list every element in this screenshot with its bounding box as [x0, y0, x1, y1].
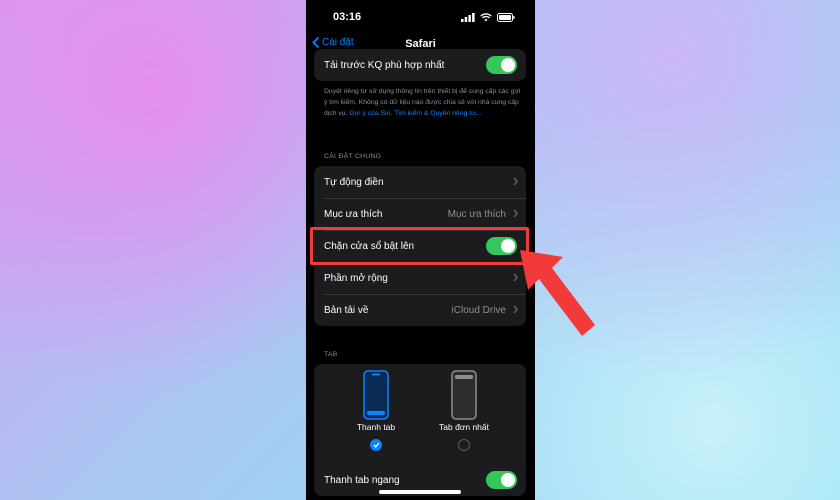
autofill-row[interactable]: Tự động điền [314, 166, 526, 198]
landscape-tab-label: Thanh tab ngang [324, 474, 400, 486]
wifi-icon [480, 13, 492, 22]
status-time: 03:16 [333, 11, 362, 23]
single-tab-label: Tab đơn nhất [439, 422, 489, 432]
autofill-label: Tự động điền [324, 176, 384, 188]
highlight-box [310, 227, 529, 265]
tab-bar-radio[interactable] [370, 439, 382, 451]
home-indicator [379, 490, 461, 494]
signal-icon [461, 13, 475, 22]
preload-toggle[interactable] [486, 56, 517, 74]
status-bar: 03:16 [306, 8, 535, 26]
extensions-label: Phần mở rộng [324, 272, 388, 284]
downloads-label: Bản tải về [324, 304, 369, 316]
preload-group: Tải trước KQ phù hợp nhất [314, 49, 526, 81]
favorites-row[interactable]: Mục ưa thích Mục ưa thích [314, 198, 526, 230]
siri-privacy-link[interactable]: Gợi ý của Siri, Tìm kiếm & Quyền riêng t… [349, 110, 481, 117]
chevron-right-icon [513, 177, 518, 186]
downloads-value: iCloud Drive [451, 304, 506, 316]
battery-icon [497, 13, 515, 22]
tab-bar-option[interactable]: Thanh tab [336, 370, 416, 451]
extensions-row[interactable]: Phần mở rộng [314, 262, 526, 294]
single-tab-radio[interactable] [458, 439, 470, 451]
chevron-right-icon [513, 209, 518, 218]
tab-layout-picker: Thanh tab Tab đơn nhất [314, 364, 526, 464]
preload-label: Tải trước KQ phù hợp nhất [324, 59, 445, 71]
tab-bar-label: Thanh tab [356, 422, 396, 432]
phone-tab-bar-icon [363, 370, 389, 420]
preload-row: Tải trước KQ phù hợp nhất [314, 49, 526, 81]
checkmark-icon [373, 442, 379, 448]
phone-single-tab-icon [451, 370, 477, 420]
single-tab-option[interactable]: Tab đơn nhất [424, 370, 504, 451]
downloads-row[interactable]: Bản tải về iCloud Drive [314, 294, 526, 326]
status-icons [461, 13, 515, 22]
red-arrow-icon [520, 250, 595, 336]
general-section-header: CÀI ĐẶT CHUNG [324, 153, 382, 160]
favorites-label: Mục ưa thích [324, 208, 383, 220]
favorites-value: Mục ưa thích [447, 208, 506, 220]
tab-section-header: TAB [324, 351, 338, 358]
landscape-tab-toggle[interactable] [486, 471, 517, 489]
privacy-description: Duyệt riêng tư sử dụng thông tin trên th… [324, 86, 522, 119]
